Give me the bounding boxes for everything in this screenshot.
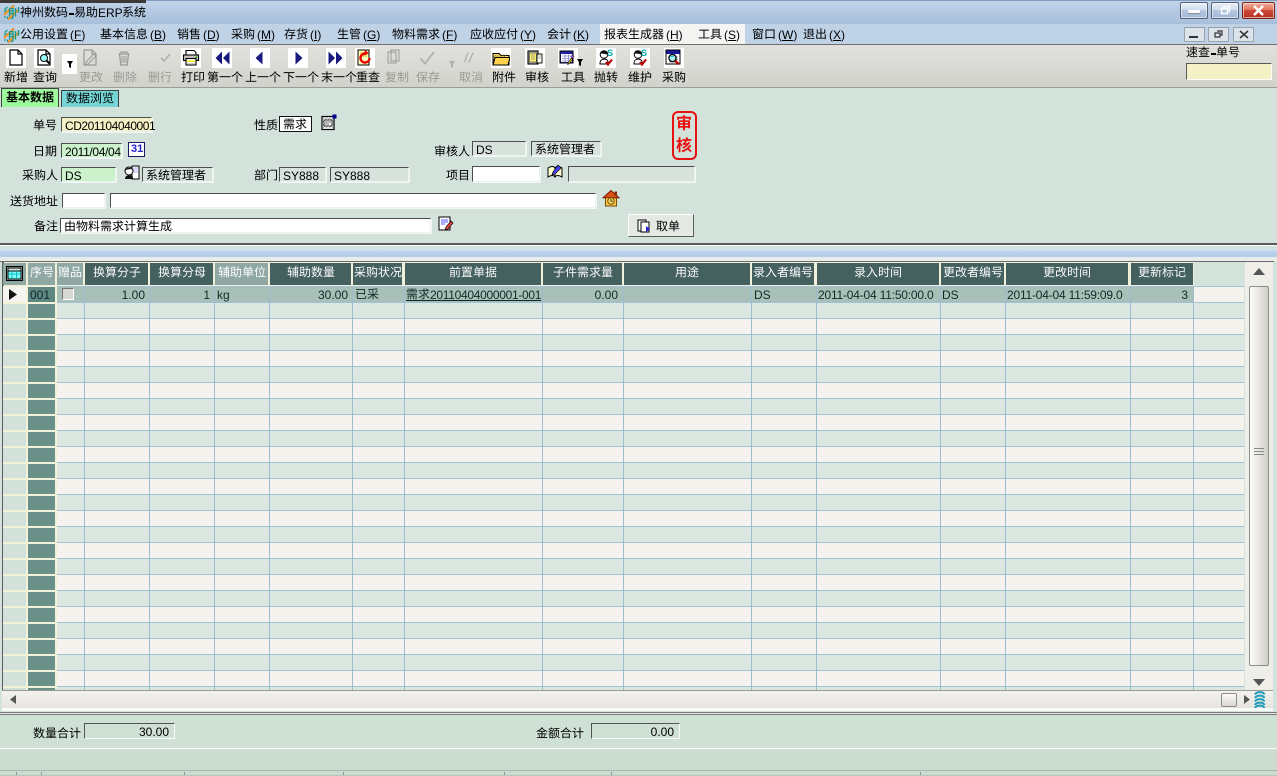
svg-text:S: S — [607, 49, 613, 58]
svg-text:S: S — [641, 49, 647, 58]
